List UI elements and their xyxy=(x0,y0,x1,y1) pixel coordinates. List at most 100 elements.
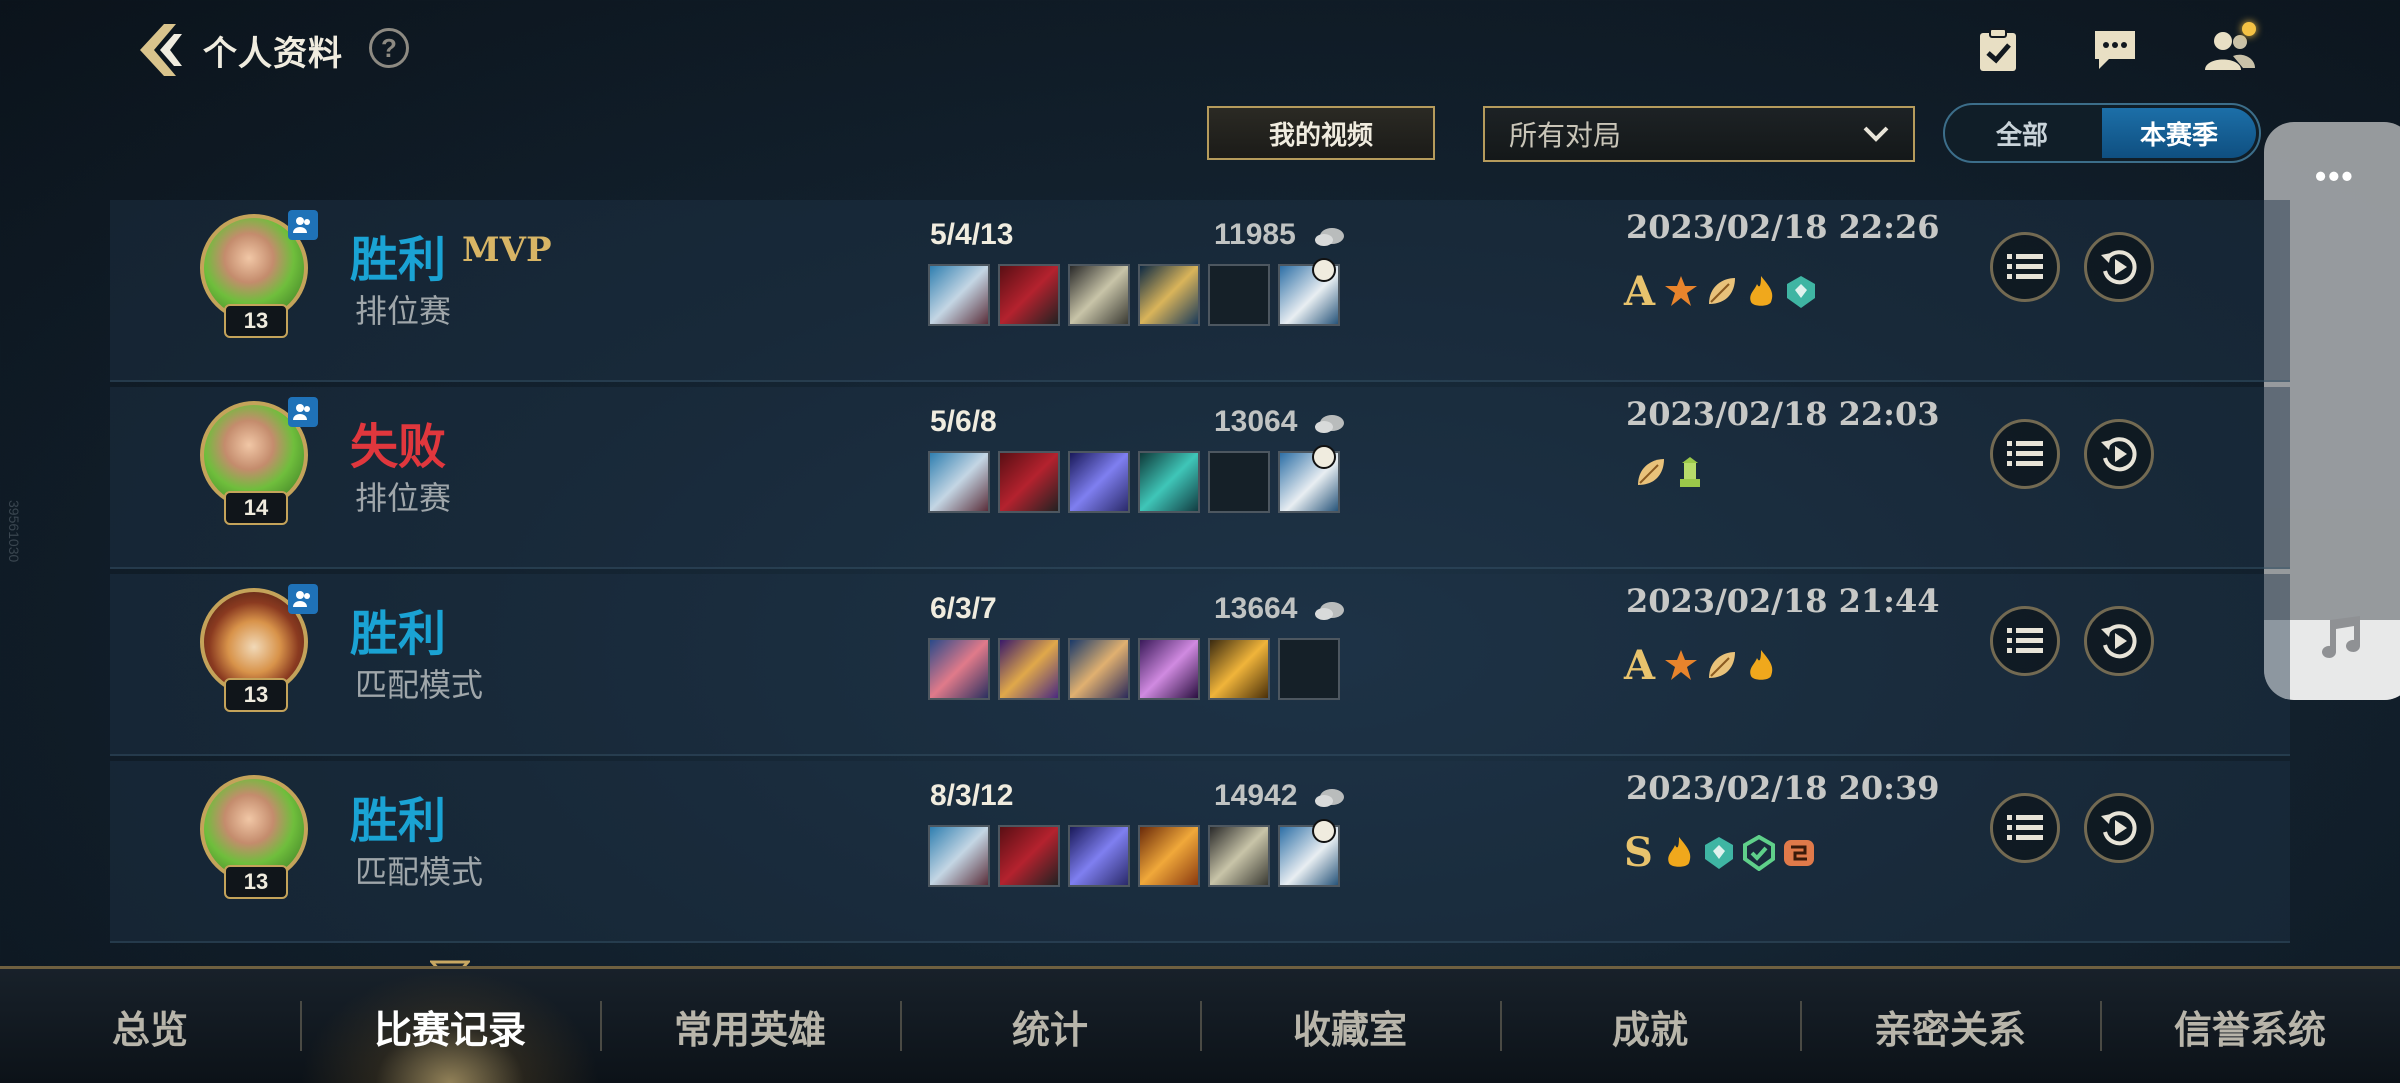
vision-badge-icon xyxy=(1742,834,1775,871)
tower-badge-icon xyxy=(1680,457,1700,487)
shield-badge-icon xyxy=(1704,836,1733,869)
watermark: 39561030 xyxy=(6,500,22,563)
match-row[interactable]: 13 胜利 MVP 排位赛 5/4/13 11985 2023/02/18 22… xyxy=(110,200,2290,382)
game-mode: 匹配模式 xyxy=(355,667,484,703)
match-type-value: 所有对局 xyxy=(1509,120,1622,151)
item-slot-empty xyxy=(1278,638,1340,700)
champion-avatar: 13 xyxy=(196,210,318,340)
replay-button[interactable] xyxy=(2084,793,2154,863)
tab-achievements[interactable]: 成就 xyxy=(1500,969,1800,1083)
item-slot[interactable] xyxy=(1068,638,1130,700)
chevron-down-icon xyxy=(1863,126,1889,142)
damage-badge-icon xyxy=(1665,649,1698,680)
champion-level: 13 xyxy=(224,304,288,338)
page-title: 个人资料 xyxy=(203,35,343,73)
premade-team-icon xyxy=(288,210,318,240)
damage-badge-icon xyxy=(1665,275,1698,306)
replay-button[interactable] xyxy=(2084,606,2154,676)
match-result: 胜利 xyxy=(350,234,447,287)
tab-champions[interactable]: 常用英雄 xyxy=(600,969,900,1083)
match-details-button[interactable] xyxy=(1990,232,2060,302)
match-type-select[interactable]: 所有对局 xyxy=(1483,106,1915,162)
match-row[interactable]: 13 胜利 匹配模式 8/3/12 14942 2023/02/18 20:39… xyxy=(110,761,2290,943)
ward-icon xyxy=(1312,258,1336,282)
kda: 5/6/8 xyxy=(930,405,997,438)
missions-button[interactable] xyxy=(1968,20,2028,80)
item-slot[interactable] xyxy=(998,451,1060,513)
list-icon xyxy=(2007,815,2043,840)
match-date: 2023/02/18 21:44 xyxy=(1626,582,1940,620)
match-row[interactable]: 13 胜利 匹配模式 6/3/7 13664 2023/02/18 21:44 … xyxy=(110,574,2290,756)
match-grade: S xyxy=(1624,829,1653,876)
match-date: 2023/02/18 20:39 xyxy=(1626,769,1940,807)
match-details-button[interactable] xyxy=(1990,606,2060,676)
replay-icon xyxy=(2101,811,2137,846)
trinket-slot[interactable] xyxy=(1278,258,1340,326)
shield-badge-icon xyxy=(1787,275,1816,308)
friends-button[interactable] xyxy=(2200,20,2260,80)
item-build xyxy=(928,445,1340,513)
item-slot[interactable] xyxy=(1138,638,1200,700)
match-details-button[interactable] xyxy=(1990,419,2060,489)
gold-amount: 13664 xyxy=(1214,592,1298,625)
item-slot[interactable] xyxy=(1138,451,1200,513)
trinket-slot[interactable] xyxy=(1278,445,1340,513)
item-slot[interactable] xyxy=(1068,825,1130,887)
replay-icon xyxy=(2101,437,2137,472)
item-slot[interactable] xyxy=(928,451,990,513)
my-videos-button[interactable]: 我的视频 xyxy=(1207,106,1435,160)
item-slot[interactable] xyxy=(928,264,990,326)
ward-icon xyxy=(1312,445,1336,469)
achievement-badges xyxy=(1624,455,1708,491)
item-slot[interactable] xyxy=(998,264,1060,326)
music-note-icon[interactable] xyxy=(2316,612,2366,662)
replay-button[interactable] xyxy=(2084,232,2154,302)
item-slot[interactable] xyxy=(1138,264,1200,326)
tab-overview[interactable]: 总览 xyxy=(0,969,300,1083)
champion-avatar: 14 xyxy=(196,397,318,527)
flame-badge-icon xyxy=(1750,275,1773,306)
item-slot[interactable] xyxy=(998,825,1060,887)
tab-relationships[interactable]: 亲密关系 xyxy=(1800,969,2100,1083)
champion-level: 13 xyxy=(224,865,288,899)
chat-button[interactable] xyxy=(2085,20,2145,80)
mvp-label: MVP xyxy=(462,230,552,270)
game-mode: 匹配模式 xyxy=(355,854,484,890)
leaf-badge-icon xyxy=(1709,651,1736,678)
replay-icon xyxy=(2101,624,2137,659)
gold-amount: 11985 xyxy=(1214,218,1296,251)
champion-avatar: 13 xyxy=(196,584,318,714)
flame-badge-icon xyxy=(1668,836,1691,867)
match-row[interactable]: 14 失败 排位赛 5/6/8 13064 2023/02/18 22:03 xyxy=(110,387,2290,569)
match-result: 失败 xyxy=(350,421,447,474)
item-slot[interactable] xyxy=(1208,825,1270,887)
season-option-all[interactable]: 全部 xyxy=(1945,105,2099,161)
tab-honor-system[interactable]: 信誉系统 xyxy=(2100,969,2400,1083)
item-slot[interactable] xyxy=(1138,825,1200,887)
list-icon xyxy=(2007,254,2043,279)
trinket-slot[interactable] xyxy=(1278,819,1340,887)
gold-coins-icon xyxy=(1315,602,1344,620)
match-date: 2023/02/18 22:03 xyxy=(1626,395,1940,433)
match-result: 胜利 xyxy=(350,795,447,848)
item-slot[interactable] xyxy=(998,638,1060,700)
item-slot[interactable] xyxy=(1068,451,1130,513)
tab-stats[interactable]: 统计 xyxy=(900,969,1200,1083)
more-icon[interactable]: ••• xyxy=(2315,158,2355,195)
achievement-badges: A xyxy=(1624,642,1779,689)
item-slot[interactable] xyxy=(1068,264,1130,326)
replay-button[interactable] xyxy=(2084,419,2154,489)
match-grade: A xyxy=(1624,268,1656,315)
match-details-button[interactable] xyxy=(1990,793,2060,863)
tab-collection[interactable]: 收藏室 xyxy=(1200,969,1500,1083)
item-slot[interactable] xyxy=(1208,638,1270,700)
kda: 8/3/12 xyxy=(930,779,1014,812)
help-icon[interactable]: ? xyxy=(369,28,409,68)
item-slot[interactable] xyxy=(928,825,990,887)
item-slot[interactable] xyxy=(928,638,990,700)
back-button[interactable] xyxy=(130,20,190,80)
premade-team-icon xyxy=(288,397,318,427)
tab-match-history[interactable]: 比赛记录 xyxy=(300,969,600,1083)
season-toggle[interactable]: 全部 本赛季 xyxy=(1943,103,2261,163)
season-option-current[interactable]: 本赛季 xyxy=(2102,108,2256,158)
